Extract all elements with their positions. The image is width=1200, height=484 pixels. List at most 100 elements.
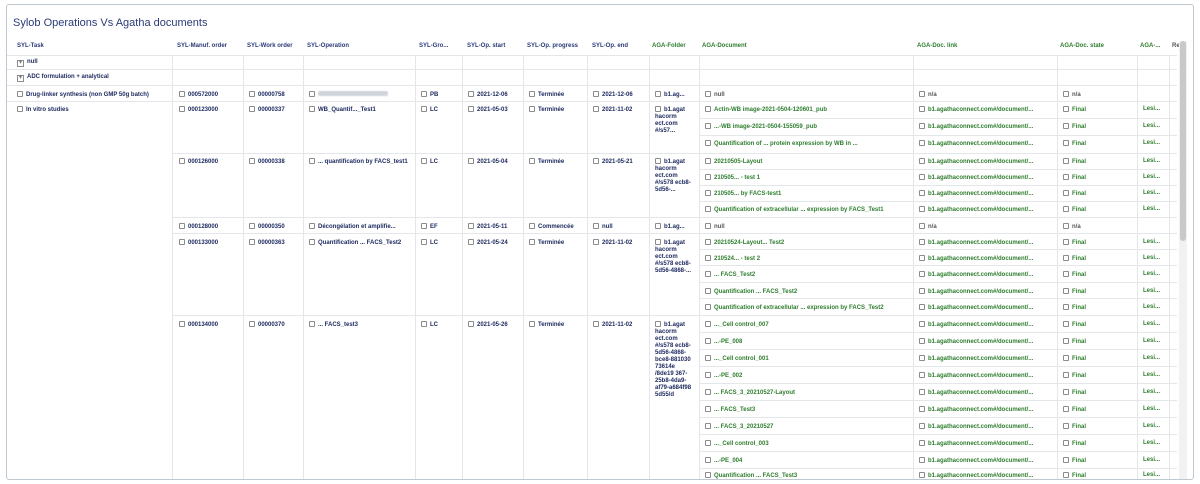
checkbox[interactable]	[919, 440, 925, 446]
checkbox[interactable]	[1063, 423, 1069, 429]
checkbox[interactable]	[919, 223, 925, 229]
checkbox[interactable]	[705, 91, 711, 97]
checkbox[interactable]	[1063, 140, 1069, 146]
checkbox[interactable]	[249, 106, 255, 112]
checkbox[interactable]	[179, 91, 185, 97]
checkbox[interactable]	[179, 106, 185, 112]
checkbox[interactable]	[705, 440, 711, 446]
checkbox[interactable]	[529, 106, 535, 112]
doc-state-cell[interactable]: Final	[1063, 190, 1086, 198]
work-order-cell[interactable]: 00000338	[249, 158, 285, 166]
op-end-cell[interactable]: 2021-11-02	[593, 106, 632, 114]
document-cell[interactable]: ...-PE_008	[705, 338, 742, 346]
expand-icon[interactable]: +	[17, 60, 24, 67]
checkbox[interactable]	[705, 158, 711, 164]
checkbox[interactable]	[529, 223, 535, 229]
manuf-order-cell[interactable]: 000134000	[179, 321, 218, 329]
column-header-syl-op-start[interactable]: SYL-Op. start	[467, 43, 505, 49]
doc-link-cell[interactable]: b1.agathaconnect.com#/document/...	[919, 457, 1033, 465]
checkbox[interactable]	[1063, 338, 1069, 344]
group-cell[interactable]: LC	[421, 158, 438, 166]
checkbox[interactable]	[468, 158, 474, 164]
checkbox[interactable]	[705, 406, 711, 412]
document-cell[interactable]: Quantification ... FACS_Test2	[705, 288, 797, 296]
doc-state-cell[interactable]: Final	[1063, 106, 1086, 114]
checkbox[interactable]	[593, 91, 599, 97]
checkbox[interactable]	[919, 239, 925, 245]
operation-cell[interactable]: WB_Quantif..._Test1	[309, 106, 376, 114]
checkbox[interactable]	[705, 389, 711, 395]
document-cell[interactable]: Actin-WB image-2021-0504-120601_pub	[705, 106, 827, 114]
op-progress-cell[interactable]: Terminée	[529, 158, 564, 166]
document-cell[interactable]: ..._Cell control_001	[705, 355, 769, 363]
column-header-syl-op-end[interactable]: SYL-Op. end	[592, 43, 628, 49]
doc-state-cell[interactable]: Final	[1063, 271, 1086, 279]
op-progress-cell[interactable]: Terminée	[529, 91, 564, 99]
task-row-in-vitro[interactable]: In vitro studies	[17, 106, 69, 114]
scrollbar-thumb[interactable]	[1180, 41, 1186, 241]
checkbox[interactable]	[249, 223, 255, 229]
checkbox[interactable]	[1063, 255, 1069, 261]
checkbox[interactable]	[421, 158, 427, 164]
doc-state-cell[interactable]: Final	[1063, 123, 1086, 131]
doc-state-cell[interactable]: Final	[1063, 239, 1086, 247]
document-cell[interactable]: ..._Cell control_007	[705, 321, 769, 329]
checkbox[interactable]	[1063, 123, 1069, 129]
checkbox[interactable]	[705, 223, 711, 229]
doc-link-cell[interactable]: n/a	[919, 223, 937, 231]
document-cell[interactable]: null	[705, 91, 725, 99]
doc-link-cell[interactable]: b1.agathaconnect.com#/document/...	[919, 288, 1033, 296]
checkbox[interactable]	[249, 321, 255, 327]
checkbox[interactable]	[468, 239, 474, 245]
checkbox[interactable]	[705, 106, 711, 112]
checkbox[interactable]	[919, 372, 925, 378]
manuf-order-cell[interactable]: 000572000	[179, 91, 218, 99]
checkbox[interactable]	[1063, 304, 1069, 310]
checkbox[interactable]	[1063, 206, 1069, 212]
checkbox[interactable]	[919, 389, 925, 395]
checkbox[interactable]	[17, 91, 23, 97]
op-end-cell[interactable]: null	[593, 223, 613, 231]
op-progress-cell[interactable]: Terminée	[529, 321, 564, 329]
column-header-syl-group[interactable]: SYL-Gro...	[419, 43, 448, 49]
checkbox[interactable]	[421, 239, 427, 245]
doc-state-cell[interactable]: n/a	[1063, 223, 1081, 231]
checkbox[interactable]	[468, 106, 474, 112]
work-order-cell[interactable]: 00000370	[249, 321, 285, 329]
checkbox[interactable]	[919, 174, 925, 180]
doc-link-cell[interactable]: b1.agathaconnect.com#/document/...	[919, 406, 1033, 414]
document-cell[interactable]: ...-PE_002	[705, 372, 742, 380]
checkbox[interactable]	[249, 91, 255, 97]
operation-cell[interactable]: Décongélation et amplifie...	[309, 223, 396, 231]
checkbox[interactable]	[1063, 440, 1069, 446]
checkbox[interactable]	[919, 457, 925, 463]
checkbox[interactable]	[705, 123, 711, 129]
checkbox[interactable]	[705, 457, 711, 463]
checkbox[interactable]	[529, 239, 535, 245]
checkbox[interactable]	[655, 239, 661, 245]
checkbox[interactable]	[179, 223, 185, 229]
doc-state-cell[interactable]: Final	[1063, 440, 1086, 448]
checkbox[interactable]	[919, 158, 925, 164]
checkbox[interactable]	[421, 223, 427, 229]
doc-state-cell[interactable]: Final	[1063, 457, 1086, 465]
checkbox[interactable]	[919, 271, 925, 277]
checkbox[interactable]	[17, 106, 23, 112]
doc-state-cell[interactable]: Final	[1063, 158, 1086, 166]
manuf-order-cell[interactable]: 000123000	[179, 106, 218, 114]
column-header-syl-manuf-order[interactable]: SYL-Manuf. order	[177, 43, 227, 49]
checkbox[interactable]	[919, 255, 925, 261]
column-header-syl-task[interactable]: SYL-Task	[17, 43, 44, 49]
work-order-cell[interactable]: 00000350	[249, 223, 285, 231]
doc-state-cell[interactable]: Final	[1063, 304, 1086, 312]
work-order-cell[interactable]: 00000363	[249, 239, 285, 247]
document-cell[interactable]: ... FACS_Test3	[705, 406, 755, 414]
column-header-aga-extra[interactable]: AGA-...	[1140, 43, 1160, 49]
checkbox[interactable]	[705, 174, 711, 180]
work-order-cell[interactable]: 00000758	[249, 91, 285, 99]
task-row-adc[interactable]: + ADC formulation + analytical	[17, 74, 109, 82]
doc-link-cell[interactable]: b1.agathaconnect.com#/document/...	[919, 158, 1033, 166]
op-start-cell[interactable]: 2021-12-06	[468, 91, 508, 99]
checkbox[interactable]	[705, 288, 711, 294]
doc-state-cell[interactable]: Final	[1063, 406, 1086, 414]
